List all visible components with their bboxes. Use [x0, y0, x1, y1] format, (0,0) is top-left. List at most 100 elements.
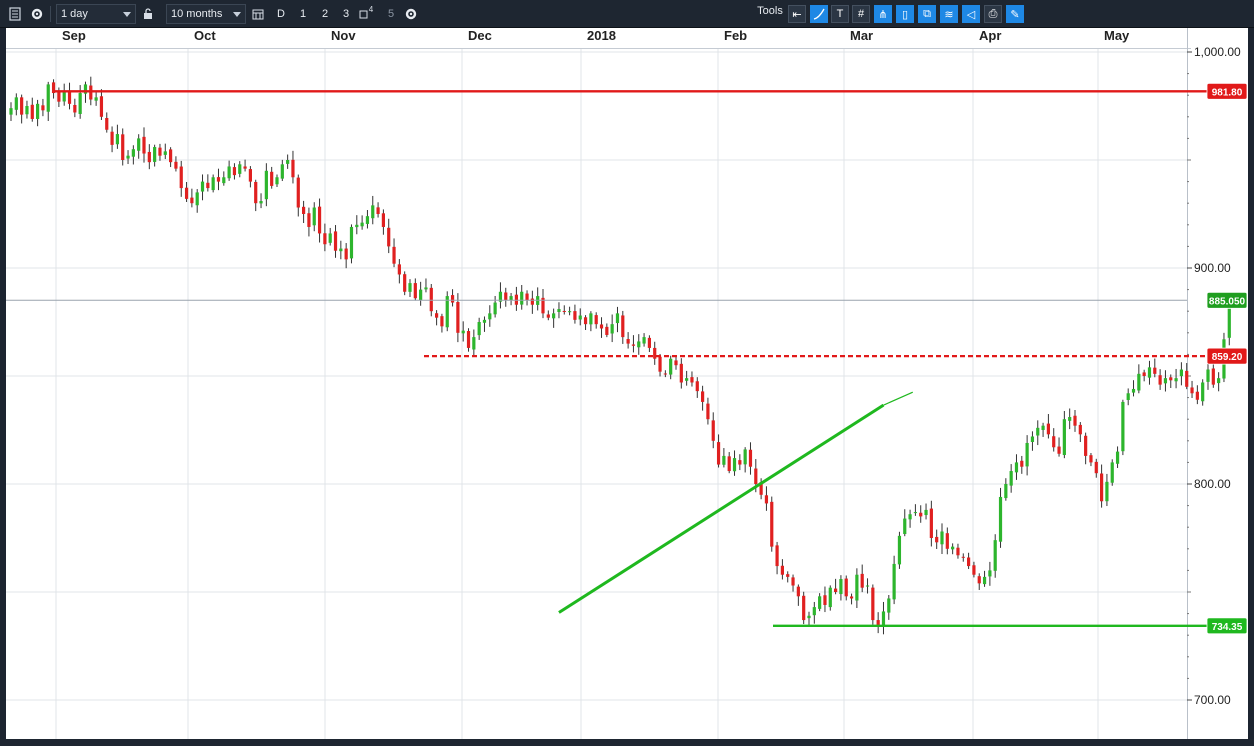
candlestick — [1089, 453, 1093, 467]
candlestick — [259, 193, 263, 209]
y-tick-label: 800.00 — [1194, 477, 1231, 491]
candlestick — [360, 215, 364, 230]
x-tick-label: Dec — [468, 28, 492, 43]
candlestick — [961, 553, 965, 562]
candlestick — [642, 333, 646, 347]
print-icon[interactable]: ⎙ — [984, 5, 1002, 23]
candlestick — [110, 126, 114, 153]
calendar-icon[interactable] — [250, 4, 266, 24]
period-5-button[interactable]: 5 — [382, 4, 400, 24]
candlestick — [594, 312, 598, 329]
candlestick — [344, 243, 348, 269]
grid-tool-icon[interactable]: # — [852, 5, 870, 23]
candlestick — [658, 353, 662, 377]
drawn-lines[interactable] — [6, 90, 1209, 628]
candlestick — [1115, 446, 1120, 468]
candlestick — [541, 288, 545, 319]
candlestick — [445, 291, 449, 332]
curve-tool-icon[interactable] — [810, 5, 828, 23]
period-d-button[interactable]: D — [272, 4, 290, 24]
candlestick — [435, 310, 439, 326]
candlestick — [243, 159, 247, 172]
candlestick — [14, 93, 18, 116]
candlestick — [493, 295, 497, 318]
y-tick-label: 700.00 — [1194, 693, 1231, 707]
range-select[interactable]: 10 months — [166, 4, 246, 24]
candlestick — [599, 317, 604, 338]
candlestick — [775, 541, 779, 575]
candlestick — [1004, 478, 1008, 501]
svg-text:885.050: 885.050 — [1209, 296, 1246, 307]
candlestick — [312, 202, 316, 232]
candlestick — [413, 278, 417, 301]
candlestick — [195, 189, 199, 213]
candlestick — [36, 99, 40, 127]
candlestick — [732, 450, 737, 476]
period-3-button[interactable]: 3 — [337, 4, 355, 24]
candlestick — [504, 287, 508, 307]
x-tick-label: Apr — [979, 28, 1001, 43]
candle-tool-icon[interactable]: ▯ — [896, 5, 914, 23]
candlestick — [1073, 410, 1077, 432]
candlestick — [812, 601, 816, 624]
candlestick — [770, 496, 774, 552]
text-tool-icon[interactable]: T — [831, 5, 849, 23]
candlestick — [137, 134, 141, 159]
interval-select[interactable]: 1 day — [56, 4, 136, 24]
candlestick — [408, 279, 412, 298]
candlestick — [1153, 358, 1157, 378]
candlestick — [1084, 432, 1088, 465]
candlestick — [887, 594, 891, 620]
candlestick — [1057, 437, 1061, 457]
settings-gear-icon[interactable] — [28, 4, 46, 24]
shape-tool-icon[interactable]: ◁ — [962, 5, 980, 23]
candlestick — [828, 585, 832, 611]
candlestick — [1174, 368, 1178, 389]
candlestick — [78, 85, 82, 119]
candlestick — [1211, 361, 1215, 388]
candlestick — [488, 305, 492, 327]
candlestick — [1147, 360, 1152, 385]
candlestick — [121, 128, 125, 166]
candlestick — [727, 452, 731, 474]
candlestick — [1030, 431, 1035, 451]
candlestick — [849, 593, 854, 605]
lock-icon[interactable] — [140, 4, 156, 24]
candlestick — [514, 286, 518, 311]
candlestick — [1094, 458, 1098, 478]
candlestick — [227, 160, 231, 181]
candlestick — [131, 145, 135, 165]
pitchfork-tool-icon[interactable]: ⋔ — [874, 5, 892, 23]
period-2-button[interactable]: 2 — [316, 4, 334, 24]
price-chart[interactable]: Sep Oct Nov Dec 2018 Feb Mar Apr May 1,000.00 900… — [6, 28, 1248, 739]
candlestick — [1014, 454, 1019, 480]
period-4-superscript: 4 — [368, 4, 374, 14]
period-1-button[interactable]: 1 — [294, 4, 312, 24]
uptrend-line[interactable] — [558, 403, 885, 614]
candlestick — [993, 534, 997, 578]
chart-settings-gear-icon[interactable] — [402, 4, 420, 24]
chart-menu-icon[interactable] — [6, 4, 24, 24]
candlestick — [695, 377, 699, 398]
fibonacci-tool-icon[interactable]: ≋ — [940, 5, 958, 23]
channel-tool-icon[interactable]: ⧉ — [918, 5, 936, 23]
candlestick — [722, 448, 726, 468]
candlestick — [286, 154, 290, 169]
uptrend-line-extension[interactable] — [883, 391, 914, 406]
candlestick — [748, 442, 753, 475]
candlestick — [62, 83, 66, 106]
candlestick — [190, 188, 194, 208]
candlestick — [153, 144, 157, 167]
candlestick — [839, 575, 843, 601]
candlestick — [940, 523, 944, 554]
candlestick — [711, 412, 715, 449]
x-tick-label: Oct — [194, 28, 216, 43]
draw-settings-icon[interactable]: ✎ — [1006, 5, 1024, 23]
candlestick — [147, 144, 151, 170]
candlestick — [610, 314, 614, 343]
x-tick-label: Feb — [724, 28, 747, 43]
candlestick — [126, 150, 130, 165]
candlestick — [333, 225, 338, 258]
undo-arrow-icon[interactable]: ⇤ — [788, 5, 806, 23]
period-4-button[interactable]: 4 — [356, 4, 376, 24]
